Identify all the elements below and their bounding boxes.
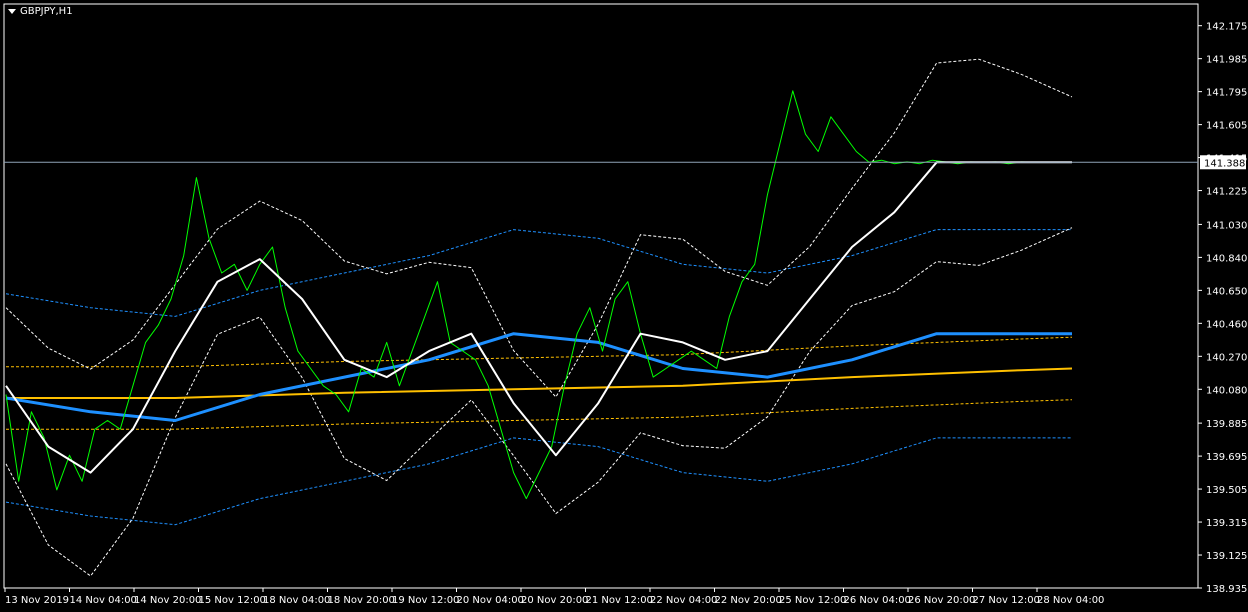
- slow-band-lower: [6, 399, 1073, 430]
- price-chart: 142.175141.985141.795141.605141.415141.2…: [3, 3, 1247, 606]
- current-price-label: 141.388: [1204, 158, 1245, 169]
- indicator-lines: [5, 90, 1073, 500]
- y-tick-label: 139.505: [1206, 485, 1247, 496]
- envelope-bands: [5, 58, 1073, 577]
- y-tick-label: 141.225: [1206, 187, 1247, 198]
- x-tick-label: 19 Nov 12:00: [392, 595, 459, 606]
- x-tick-label: 22 Nov 20:00: [715, 595, 782, 606]
- x-tick-label: 14 Nov 04:00: [70, 595, 137, 606]
- x-tick-label: 15 Nov 12:00: [199, 595, 266, 606]
- y-tick-label: 139.885: [1206, 419, 1247, 430]
- y-tick-label: 140.460: [1206, 319, 1247, 330]
- plot-frame: [3, 3, 1199, 589]
- x-tick-label: 28 Nov 04:00: [1037, 595, 1104, 606]
- mid-moving-average-line: [5, 332, 1072, 422]
- symbol-text: GBPJPY,H1: [20, 6, 73, 17]
- fast-moving-average-line: [5, 161, 1072, 474]
- x-tick-label: 14 Nov 20:00: [134, 595, 201, 606]
- x-tick-label: 27 Nov 12:00: [973, 595, 1040, 606]
- y-tick-label: 141.605: [1206, 121, 1247, 132]
- fast-band-upper: [5, 58, 1073, 398]
- mid-band-lower: [5, 437, 1072, 526]
- y-tick-label: 141.030: [1206, 220, 1247, 231]
- symbol-label[interactable]: GBPJPY,H1: [8, 6, 73, 17]
- current-price-marker: 141.388: [4, 155, 1246, 170]
- y-tick-label: 140.840: [1206, 253, 1247, 264]
- y-tick-label: 141.795: [1206, 88, 1247, 99]
- chevron-down-icon: [8, 9, 16, 14]
- x-tick-label: 25 Nov 12:00: [779, 595, 846, 606]
- x-tick-label: 18 Nov 04:00: [263, 595, 330, 606]
- y-tick-label: 139.695: [1206, 452, 1247, 463]
- y-tick-label: 140.650: [1206, 286, 1247, 297]
- x-tick-label: 26 Nov 04:00: [844, 595, 911, 606]
- y-tick-label: 141.985: [1206, 55, 1247, 66]
- x-tick-label: 21 Nov 12:00: [586, 595, 653, 606]
- y-tick-label: 139.315: [1206, 518, 1247, 529]
- price-line: [5, 90, 1072, 500]
- x-tick-label: 13 Nov 2019: [5, 595, 69, 606]
- y-tick-label: 140.080: [1206, 385, 1247, 396]
- slow-moving-average-line: [6, 367, 1073, 399]
- x-tick-label: 20 Nov 04:00: [457, 595, 524, 606]
- y-tick-label: 140.270: [1206, 352, 1247, 363]
- y-tick-label: 142.175: [1206, 22, 1247, 33]
- x-tick-label: 26 Nov 20:00: [908, 595, 975, 606]
- y-tick-label: 138.935: [1206, 584, 1247, 595]
- x-tick-label: 20 Nov 20:00: [521, 595, 588, 606]
- x-tick-label: 18 Nov 20:00: [328, 595, 395, 606]
- time-axis: 13 Nov 2019 14 Nov 04:0014 Nov 20:0015 No…: [4, 588, 1104, 606]
- x-tick-label: 22 Nov 04:00: [650, 595, 717, 606]
- mid-band-upper: [5, 229, 1072, 317]
- y-tick-label: 139.125: [1206, 551, 1247, 562]
- price-axis: 142.175141.985141.795141.605141.415141.2…: [1198, 22, 1247, 595]
